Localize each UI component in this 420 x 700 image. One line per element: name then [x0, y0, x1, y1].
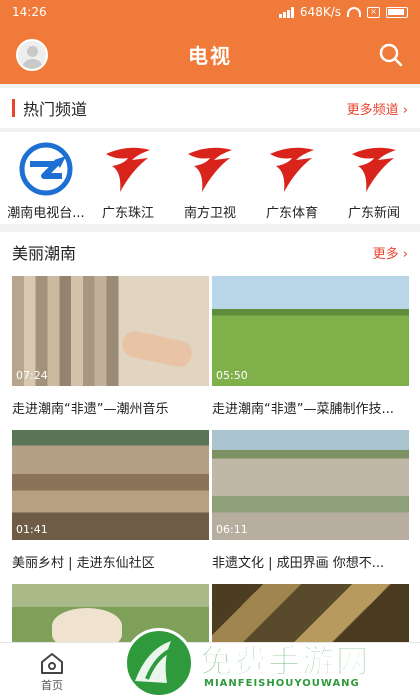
channel-item-news[interactable]: 广东新闻 — [334, 132, 414, 224]
channel-item-nanfang[interactable]: 南方卫视 — [170, 132, 250, 224]
signal-icon — [278, 6, 294, 18]
video-card[interactable]: 07:24 走进潮南“非遗”—潮州音乐 — [12, 276, 209, 417]
video-thumbnail[interactable]: 05:50 — [212, 276, 409, 386]
more-videos-link[interactable]: 更多 › — [373, 243, 408, 262]
guangdong-tv-logo — [106, 147, 150, 192]
status-time: 14:26 — [12, 5, 47, 19]
page-title: 电视 — [188, 43, 232, 68]
channel-item-chaonan[interactable]: 潮南电视台... — [6, 132, 86, 224]
status-bar: 14:26 648K/s × — [0, 0, 420, 24]
tab-home-label: 首页 — [41, 679, 63, 692]
section-marker — [12, 99, 15, 117]
channel-item-sports[interactable]: 广东体育 — [252, 132, 332, 224]
video-card[interactable]: 06:11 非遗文化 | 成田界画 你想不... — [212, 430, 409, 571]
beautiful-chaonan-header: 美丽潮南 更多 › — [0, 232, 420, 272]
chaonan-tv-logo — [19, 142, 73, 196]
top-bar: 14:26 648K/s × 电视 — [0, 0, 420, 84]
watermark: 免费手游网 MIANFEISHOUYOUWANG — [124, 628, 414, 700]
hot-channels-title: 热门频道 — [23, 100, 88, 119]
video-caption[interactable]: 美丽乡村 | 走进东仙社区 — [12, 552, 209, 571]
app-header: 电视 — [0, 24, 420, 84]
video-thumbnail[interactable]: 01:41 — [12, 430, 209, 540]
video-duration: 06:11 — [216, 523, 248, 536]
avatar-icon[interactable] — [16, 39, 48, 71]
watermark-text: 免费手游网 — [199, 642, 371, 681]
watermark-logo — [124, 628, 194, 698]
channel-list: 潮南电视台... 广东珠江 南方卫视 广东体育 广东新闻 — [0, 132, 420, 224]
watermark-subtext: MIANFEISHOUYOUWANG — [204, 678, 360, 689]
status-speed: 648K/s — [299, 5, 341, 19]
tab-home[interactable]: 首页 — [22, 651, 82, 693]
channel-item-zhujiang[interactable]: 广东珠江 — [88, 132, 168, 224]
video-caption[interactable]: 走进潮南“非遗”—潮州音乐 — [12, 398, 209, 417]
video-thumbnail[interactable]: 07:24 — [12, 276, 209, 386]
battery-icon — [386, 6, 408, 18]
video-caption[interactable]: 非遗文化 | 成田界画 你想不... — [212, 552, 409, 571]
guangdong-tv-logo — [188, 147, 232, 192]
video-grid: 07:24 走进潮南“非遗”—潮州音乐 05:50 走进潮南“非遗”—菜脯制作技… — [0, 272, 420, 642]
more-channels-link[interactable]: 更多频道 › — [347, 99, 408, 118]
video-duration: 05:50 — [216, 369, 248, 382]
video-duration: 07:24 — [16, 369, 48, 382]
guangdong-tv-logo — [352, 147, 396, 192]
video-card[interactable]: 01:41 美丽乡村 | 走进东仙社区 — [12, 430, 209, 571]
status-icons: 648K/s × — [278, 5, 408, 19]
search-icon[interactable] — [378, 42, 404, 68]
no-sim-icon: × — [367, 6, 380, 18]
wifi-icon — [347, 7, 361, 17]
guangdong-tv-logo — [270, 147, 314, 192]
video-card[interactable]: 05:50 走进潮南“非遗”—菜脯制作技... — [212, 276, 409, 417]
home-icon — [41, 653, 63, 674]
hot-channels-header: 热门频道 更多频道 › — [0, 88, 420, 128]
video-duration: 01:41 — [16, 523, 48, 536]
video-caption[interactable]: 走进潮南“非遗”—菜脯制作技... — [212, 398, 409, 417]
video-thumbnail[interactable]: 06:11 — [212, 430, 409, 540]
beautiful-chaonan-title: 美丽潮南 — [12, 244, 77, 263]
